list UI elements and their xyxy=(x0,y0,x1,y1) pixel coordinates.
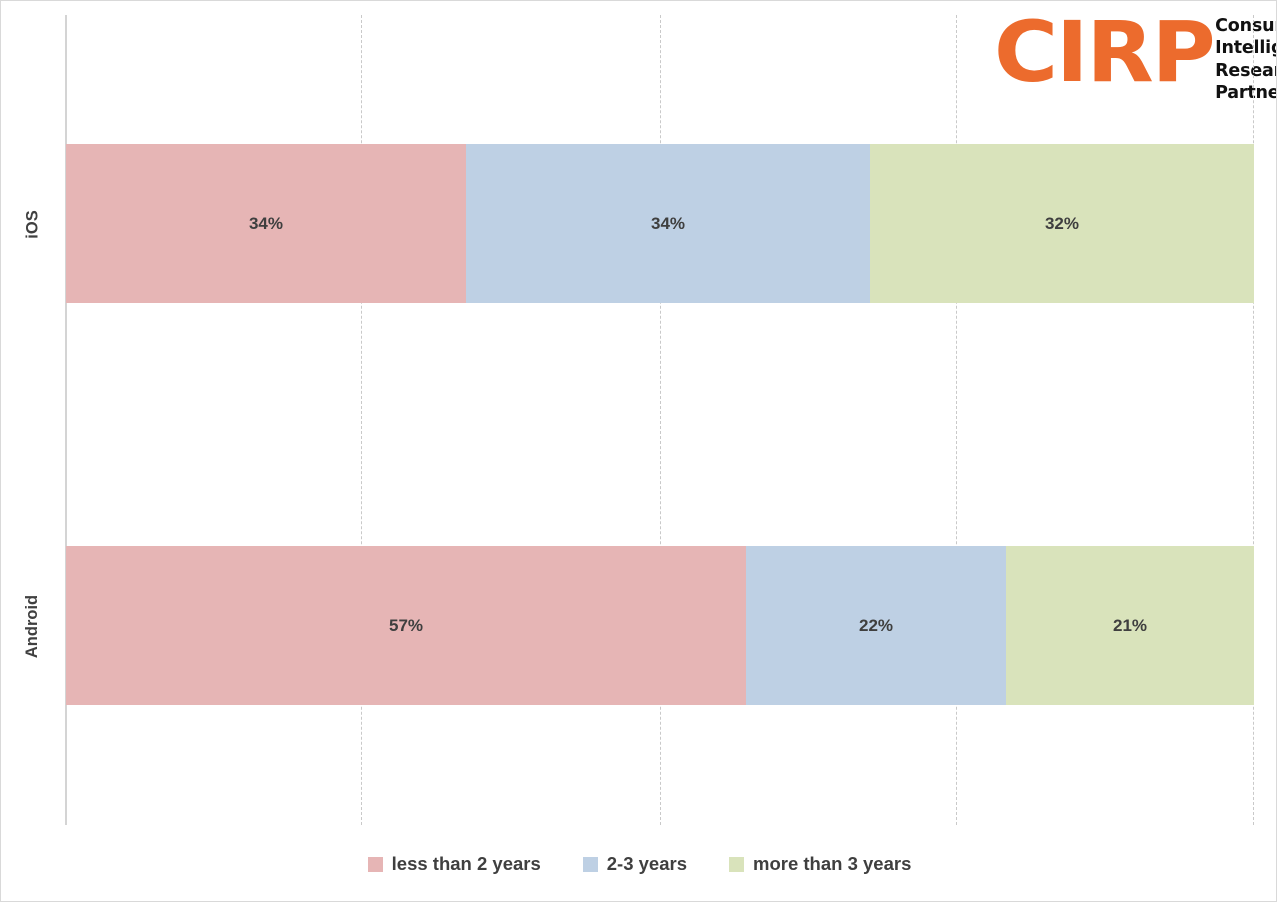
bar-row-ios: 34% 34% 32% xyxy=(66,144,1254,303)
axis-label-android: Android xyxy=(1,595,65,658)
bar-segment-ios-2-3-years[interactable]: 34% xyxy=(465,144,871,303)
bar-segment-ios-more-than-3-years[interactable]: 32% xyxy=(870,144,1254,303)
legend-swatch-icon xyxy=(729,856,744,872)
legend-item-2-3-years[interactable]: 2-3 years xyxy=(582,853,687,875)
bar-value-label: 21% xyxy=(1112,615,1148,635)
bar-segment-android-2-3-years[interactable]: 22% xyxy=(746,546,1007,705)
chart-legend: less than 2 years 2-3 years more than 3 … xyxy=(1,853,1276,875)
bar-segment-android-more-than-3-years[interactable]: 21% xyxy=(1006,546,1254,705)
legend-item-more-than-3-years[interactable]: more than 3 years xyxy=(729,853,911,875)
bar-value-label: 34% xyxy=(248,213,283,233)
bar-value-label: 32% xyxy=(1044,213,1079,233)
bar-segment-ios-less-than-2-years[interactable]: 34% xyxy=(66,144,466,303)
legend-label: 2-3 years xyxy=(606,853,687,874)
chart-page: CIRP Consumer Intelligence Research Part… xyxy=(0,0,1277,902)
bar-value-label: 22% xyxy=(859,615,894,635)
bar-value-label: 34% xyxy=(650,213,686,233)
legend-label: more than 3 years xyxy=(753,853,912,874)
legend-label: less than 2 years xyxy=(391,853,541,874)
axis-label-android-text: Android xyxy=(23,594,42,659)
bar-row-android: 57% 22% 21% xyxy=(66,546,1254,705)
bar-value-label: 57% xyxy=(388,615,424,635)
legend-swatch-icon xyxy=(367,856,383,872)
axis-label-ios-text: iOS xyxy=(23,210,42,239)
axis-label-ios: iOS xyxy=(1,210,65,238)
legend-swatch-icon xyxy=(582,856,598,872)
legend-item-less-than-2-years[interactable]: less than 2 years xyxy=(367,853,541,875)
bar-segment-android-less-than-2-years[interactable]: 57% xyxy=(66,546,746,705)
